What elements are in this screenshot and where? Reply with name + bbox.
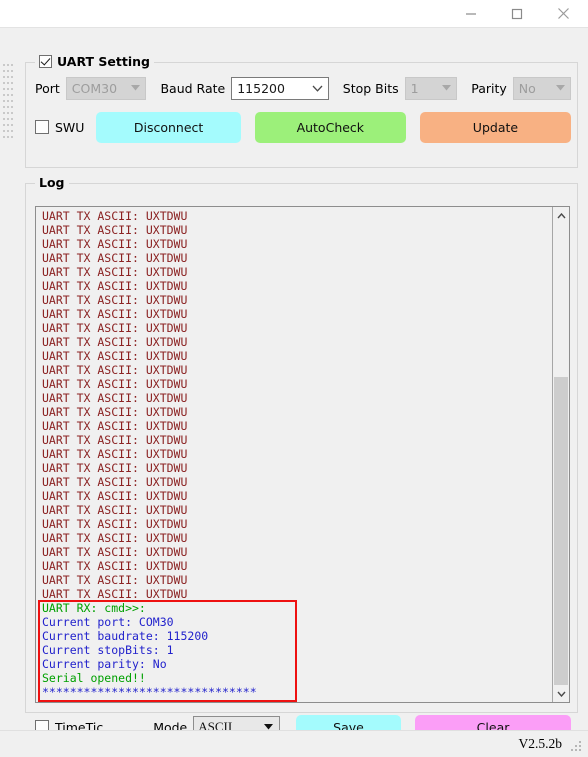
log-vertical-scrollbar[interactable]: [552, 207, 569, 702]
log-line-tx: UART TX ASCII: UXTDWU: [42, 293, 188, 307]
log-line-tx: UART TX ASCII: UXTDWU: [42, 335, 188, 349]
log-line-tx: UART TX ASCII: UXTDWU: [42, 447, 188, 461]
port-value: COM30: [71, 80, 118, 96]
chevron-down-icon[interactable]: [308, 78, 328, 99]
log-line-info: Current port: COM30: [42, 615, 174, 629]
log-line-tx: UART TX ASCII: UXTDWU: [42, 531, 188, 545]
resize-grip-icon[interactable]: [571, 741, 584, 754]
log-line-tx: UART TX ASCII: UXTDWU: [42, 517, 188, 531]
parity-label: Parity: [471, 80, 507, 96]
log-line-tx: UART TX ASCII: UXTDWU: [42, 223, 188, 237]
log-line-tx: UART TX ASCII: UXTDWU: [42, 265, 188, 279]
log-legend: Log: [35, 175, 69, 190]
log-line-tx: UART TX ASCII: UXTDWU: [42, 433, 188, 447]
baud-rate-label: Baud Rate: [160, 80, 226, 96]
scrollbar-thumb[interactable]: [554, 377, 568, 687]
chevron-down-icon: [125, 78, 145, 99]
log-line-tx: UART TX ASCII: UXTDWU: [42, 321, 188, 335]
log-line-tx: UART TX ASCII: UXTDWU: [42, 251, 188, 265]
minimize-button[interactable]: [448, 0, 494, 27]
parity-value: No: [518, 80, 536, 96]
stop-bits-value: 1: [410, 80, 419, 96]
window-body: UART Setting Port COM30 Baud Rate 115200: [0, 27, 588, 757]
log-line-tx: UART TX ASCII: UXTDWU: [42, 573, 188, 587]
uart-params-row: Port COM30 Baud Rate 115200 Stop Bits 1 …: [35, 76, 571, 100]
log-line-tx: UART TX ASCII: UXTDWU: [42, 349, 188, 363]
log-line-tx: UART TX ASCII: UXTDWU: [42, 587, 188, 601]
stop-bits-select[interactable]: 1: [404, 76, 458, 100]
log-line-info: Current baudrate: 115200: [42, 629, 209, 643]
log-line-tx: UART TX ASCII: UXTDWU: [42, 489, 188, 503]
title-bar: [0, 0, 588, 27]
log-text-content[interactable]: UART TX ASCII: UXTDWU UART TX ASCII: UXTD…: [36, 207, 552, 702]
scroll-down-icon[interactable]: [553, 685, 569, 702]
log-line-tx: UART TX ASCII: UXTDWU: [42, 307, 188, 321]
disconnect-button[interactable]: Disconnect: [96, 111, 241, 143]
log-line-tx: UART TX ASCII: UXTDWU: [42, 279, 188, 293]
uart-setting-group: UART Setting Port COM30 Baud Rate 115200: [25, 54, 578, 168]
baud-rate-value[interactable]: 115200: [232, 81, 308, 96]
close-button[interactable]: [540, 0, 586, 27]
log-line-rx: Serial opened!!: [42, 671, 146, 685]
log-line-tx: UART TX ASCII: UXTDWU: [42, 419, 188, 433]
log-group: Log UART TX ASCII: UXTDWU UART TX ASCII: …: [25, 175, 578, 740]
log-line-rx: UART RX: cmd>>:: [42, 601, 146, 615]
left-grip-dots: [3, 64, 13, 142]
port-label: Port: [35, 80, 60, 96]
log-line-info: Current stopBits: 1: [42, 643, 174, 657]
log-line-tx: UART TX ASCII: UXTDWU: [42, 237, 188, 251]
port-select[interactable]: COM30: [65, 76, 147, 100]
update-button[interactable]: Update: [419, 111, 571, 143]
log-line-tx: UART TX ASCII: UXTDWU: [42, 209, 188, 223]
window-controls: [448, 0, 586, 27]
log-line-info: Current parity: No: [42, 657, 167, 671]
scroll-up-icon[interactable]: [553, 207, 569, 224]
swu-label: SWU: [55, 119, 85, 135]
log-line-tx: UART TX ASCII: UXTDWU: [42, 461, 188, 475]
log-line-tx: UART TX ASCII: UXTDWU: [42, 363, 188, 377]
chevron-down-icon: [550, 78, 570, 99]
log-line-tx: UART TX ASCII: UXTDWU: [42, 475, 188, 489]
uart-setting-title: UART Setting: [57, 54, 150, 69]
uart-setting-checkbox[interactable]: [39, 55, 52, 68]
log-line-tx: UART TX ASCII: UXTDWU: [42, 503, 188, 517]
maximize-button[interactable]: [494, 0, 540, 27]
uart-setting-legend: UART Setting: [35, 54, 154, 69]
uart-actions-row: SWU Disconnect AutoCheck Update: [35, 110, 571, 144]
baud-rate-select[interactable]: 115200: [231, 76, 329, 100]
log-line-tx: UART TX ASCII: UXTDWU: [42, 405, 188, 419]
log-line-tx: UART TX ASCII: UXTDWU: [42, 559, 188, 573]
autocheck-button[interactable]: AutoCheck: [254, 111, 406, 143]
log-title: Log: [39, 175, 65, 190]
swu-checkbox[interactable]: [35, 120, 49, 134]
version-label: V2.5.2b: [518, 736, 563, 751]
swu-checkbox-group[interactable]: SWU: [35, 120, 84, 135]
application-window: UART Setting Port COM30 Baud Rate 115200: [0, 0, 588, 757]
status-bar: V2.5.2b: [0, 730, 588, 757]
log-line-info: *******************************: [42, 685, 257, 699]
log-textarea[interactable]: UART TX ASCII: UXTDWU UART TX ASCII: UXTD…: [35, 206, 570, 703]
chevron-down-icon: [436, 78, 456, 99]
log-line-tx: UART TX ASCII: UXTDWU: [42, 545, 188, 559]
stop-bits-label: Stop Bits: [342, 80, 399, 96]
log-line-tx: UART TX ASCII: UXTDWU: [42, 391, 188, 405]
parity-select[interactable]: No: [512, 76, 571, 100]
log-line-tx: UART TX ASCII: UXTDWU: [42, 377, 188, 391]
